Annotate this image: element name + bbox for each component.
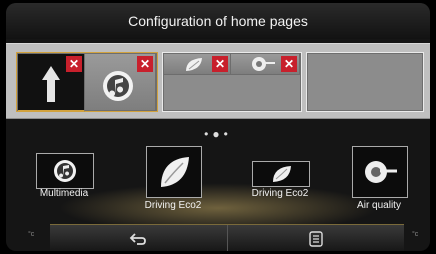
multimedia-icon [54,160,76,182]
temperature-right: °c [412,231,419,238]
home-page-slots-band: ✕ ✕ ✕ ✕ [6,43,430,119]
back-button[interactable] [50,225,227,251]
widget-driving-eco-small[interactable] [252,161,310,187]
widget-multimedia[interactable] [36,153,94,189]
page-indicator[interactable]: •●• [6,127,430,141]
slot-tile-air-quality[interactable]: ✕ [231,54,300,75]
menu-button[interactable] [226,225,405,251]
air-quality-icon [365,161,397,183]
page-dots: •●• [204,127,232,141]
delete-tile-button[interactable]: ✕ [66,56,82,72]
widget-label-multimedia: Multimedia [39,188,89,199]
delete-tile-button[interactable]: ✕ [137,56,153,72]
driving-eco-icon [273,166,291,182]
slot-tile-navigation[interactable]: ✕ [18,54,85,112]
home-page-slot-2[interactable]: ✕ ✕ [162,52,302,112]
widget-label-driving-eco-small: Driving Eco2 [251,188,309,199]
menu-list-icon [309,230,323,247]
home-page-config-screen: Configuration of home pages ✕ ✕ ✕ ✕ •●• … [6,3,430,251]
home-page-slot-3-empty[interactable] [306,52,424,112]
widget-air-quality[interactable] [352,146,408,198]
page-title: Configuration of home pages [128,13,308,29]
temperature-left: °c [28,231,35,238]
widget-label-driving-eco-large: Driving Eco2 [144,200,202,211]
widget-driving-eco-large[interactable] [146,146,202,198]
slot-tile-multimedia[interactable]: ✕ [85,54,156,110]
title-bar: Configuration of home pages [6,3,430,39]
home-page-slot-1[interactable]: ✕ ✕ [16,52,158,112]
driving-eco-icon [161,157,189,187]
widget-label-air-quality: Air quality [357,200,401,211]
bottom-bar [50,224,404,251]
back-arrow-icon [129,232,147,245]
delete-tile-button[interactable]: ✕ [281,56,297,72]
slot-tile-driving-eco[interactable]: ✕ [164,54,231,75]
delete-tile-button[interactable]: ✕ [212,56,228,72]
